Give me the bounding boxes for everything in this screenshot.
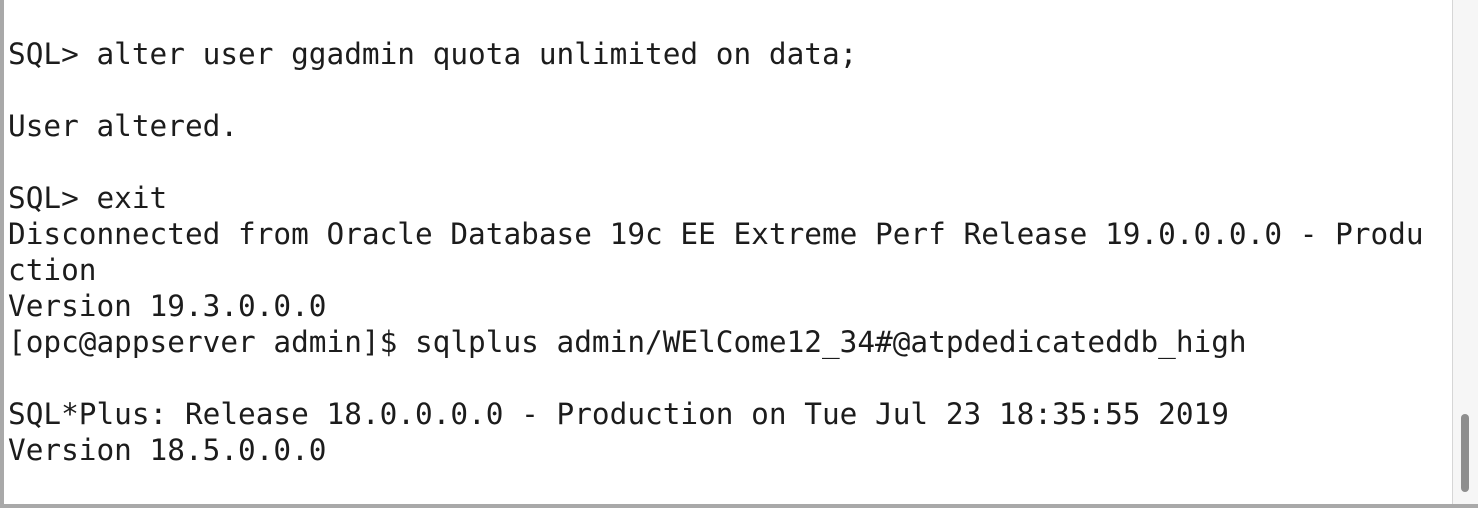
terminal-output[interactable]: SQL> alter user ggadmin quota unlimited … bbox=[8, 0, 1450, 504]
terminal-line: [opc@appserver admin]$ sqlplus admin/WEl… bbox=[8, 325, 1247, 359]
terminal-line: Disconnected from Oracle Database 19c EE… bbox=[8, 217, 1424, 251]
terminal-line: SQL*Plus: Release 18.0.0.0.0 - Productio… bbox=[8, 397, 1229, 431]
terminal-line: SQL> exit bbox=[8, 181, 168, 215]
terminal-line: Version 19.3.0.0.0 bbox=[8, 289, 327, 323]
terminal-line: User altered. bbox=[8, 109, 239, 143]
terminal-line: ction bbox=[8, 253, 97, 287]
terminal-line: Version 18.5.0.0.0 bbox=[8, 433, 327, 467]
vertical-scrollbar[interactable] bbox=[1452, 0, 1478, 504]
terminal-line: SQL> alter user ggadmin quota unlimited … bbox=[8, 37, 858, 71]
terminal-window[interactable]: SQL> alter user ggadmin quota unlimited … bbox=[0, 0, 1478, 508]
scrollbar-thumb[interactable] bbox=[1461, 414, 1469, 492]
